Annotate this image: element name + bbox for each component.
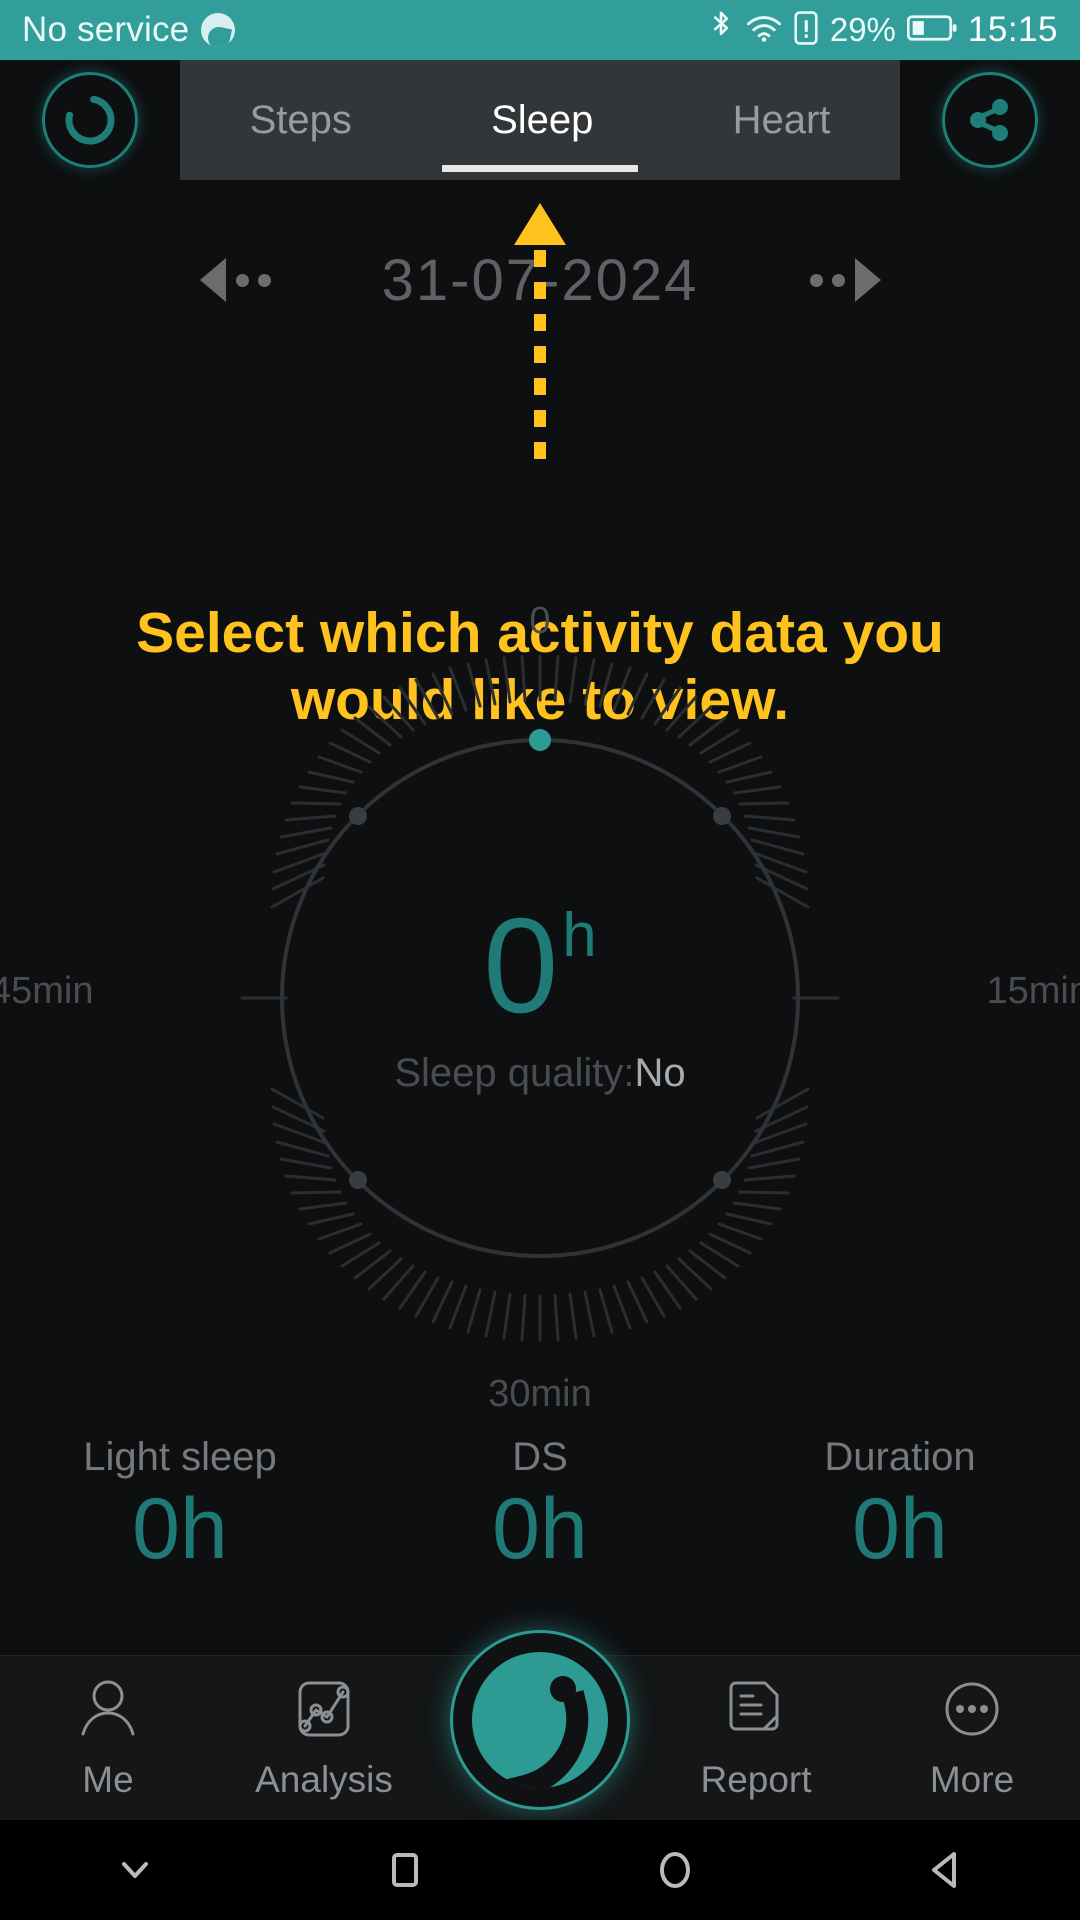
nav-item-more-label: More	[929, 1758, 1015, 1800]
system-recents-button[interactable]	[270, 1843, 540, 1897]
clock-label: 15:15	[967, 10, 1058, 49]
wifi-icon	[746, 13, 782, 48]
sim-alert-icon	[793, 10, 819, 51]
app-logo-icon	[472, 1652, 608, 1788]
system-back-button[interactable]	[810, 1843, 1080, 1897]
tab-sleep[interactable]: Sleep	[481, 98, 603, 143]
nav-item-more[interactable]: More	[864, 1676, 1080, 1801]
circle-icon	[660, 1852, 690, 1888]
chevron-down-icon	[122, 1862, 148, 1878]
status-bar-right: 29% 15:15	[707, 9, 1058, 52]
app-badge-icon	[201, 13, 236, 47]
sleep-duration-number: 0	[483, 890, 559, 1042]
gauge-center-readout: 0 h Sleep quality:No	[190, 648, 890, 1348]
system-hide-button[interactable]	[0, 1843, 270, 1897]
stat-ds-label: DS	[512, 1435, 568, 1479]
line-chart-icon	[291, 1676, 357, 1747]
active-tab-indicator	[442, 165, 638, 172]
stat-duration: Duration 0h	[720, 1435, 1080, 1572]
stat-ds: DS 0h	[360, 1435, 720, 1572]
prev-dots-icon	[235, 273, 271, 287]
tab-group: Steps Sleep Heart	[180, 60, 900, 180]
document-icon	[723, 1676, 789, 1747]
chevron-right-icon	[854, 258, 881, 302]
chevron-left-icon	[199, 258, 226, 302]
triangle-back-icon	[932, 1852, 956, 1888]
system-home-button[interactable]	[540, 1843, 810, 1897]
nav-item-me-label: Me	[82, 1758, 134, 1800]
nav-item-analysis[interactable]: Analysis	[216, 1676, 432, 1801]
app-logo-button[interactable]	[450, 1630, 630, 1810]
sleep-duration-unit: h	[562, 901, 597, 971]
top-tab-bar: Steps Sleep Heart	[0, 60, 1080, 180]
stat-duration-value: 0h	[852, 1481, 948, 1577]
status-bar-left: No service	[22, 10, 236, 50]
bluetooth-icon	[707, 9, 735, 52]
tab-steps[interactable]: Steps	[240, 98, 362, 143]
sync-ring-icon	[42, 72, 138, 168]
gauge-tick-label-30min: 30min	[488, 1373, 592, 1415]
sleep-quality-label: Sleep quality:	[394, 1050, 635, 1095]
square-icon	[392, 1853, 418, 1887]
sync-button[interactable]	[0, 60, 180, 180]
sleep-gauge[interactable]: 0 h Sleep quality:No 0 15min 30min 45min	[0, 600, 1080, 1415]
stat-ds-value: 0h	[492, 1481, 588, 1577]
sleep-stats-row: Light sleep 0h DS 0h Duration 0h	[0, 1435, 1080, 1572]
previous-date-button[interactable]	[160, 258, 310, 302]
sleep-quality-readout: Sleep quality:No	[394, 1051, 685, 1096]
annotation-dashed-line	[534, 250, 546, 468]
sleep-duration-value: 0 h	[483, 890, 597, 1042]
tab-heart[interactable]: Heart	[723, 98, 841, 143]
battery-icon	[906, 13, 957, 48]
person-icon	[75, 1676, 141, 1747]
battery-percent-label: 29%	[829, 11, 896, 48]
up-arrow-annotation	[514, 203, 566, 245]
app-screen: No service 29% 15:15 Steps Sleep Heart S…	[0, 0, 1080, 1920]
gauge-tick-label-0: 0	[529, 600, 551, 642]
stat-duration-label: Duration	[824, 1435, 976, 1479]
system-navigation-bar	[0, 1820, 1080, 1920]
more-dots-icon	[939, 1676, 1005, 1747]
stat-light-sleep-label: Light sleep	[83, 1435, 277, 1479]
nav-item-me[interactable]: Me	[0, 1676, 216, 1801]
share-icon	[942, 72, 1038, 168]
carrier-label: No service	[22, 10, 190, 49]
gauge-tick-label-15min: 15min	[986, 970, 1080, 1012]
status-bar: No service 29% 15:15	[0, 0, 1080, 60]
sleep-quality-value: No	[634, 1050, 686, 1095]
share-button[interactable]	[900, 60, 1080, 180]
next-date-button[interactable]	[770, 258, 920, 302]
nav-item-report-label: Report	[700, 1758, 812, 1800]
next-dots-icon	[809, 273, 845, 287]
stat-light-sleep: Light sleep 0h	[0, 1435, 360, 1572]
nav-item-report[interactable]: Report	[648, 1676, 864, 1801]
stat-light-sleep-value: 0h	[132, 1481, 228, 1577]
nav-item-analysis-label: Analysis	[255, 1758, 393, 1800]
gauge-tick-label-45min: 45min	[0, 970, 94, 1012]
